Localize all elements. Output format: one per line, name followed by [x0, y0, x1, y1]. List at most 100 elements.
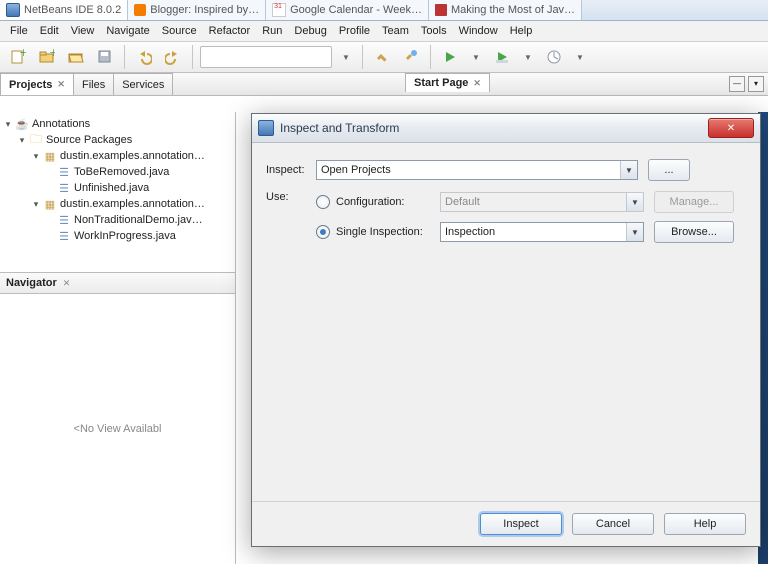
navigator-body: <No View Availabl: [0, 294, 235, 564]
tab-projects[interactable]: Projects ✕: [0, 73, 74, 95]
tab-projects-label: Projects: [9, 79, 52, 91]
tree-f3[interactable]: NonTraditionalDemo.jav…: [74, 214, 203, 226]
inspect-scope-combo[interactable]: Open Projects ▼: [316, 160, 638, 180]
expand-icon[interactable]: ▾: [30, 199, 42, 210]
navigator-title: Navigator: [6, 277, 57, 289]
inspect-scope-value: Open Projects: [321, 164, 391, 176]
os-tab-2[interactable]: Blogger: Inspired by…: [128, 0, 266, 20]
os-tab-2-label: Blogger: Inspired by…: [150, 4, 259, 16]
menu-refactor[interactable]: Refactor: [209, 25, 251, 37]
single-inspection-label[interactable]: Single Inspection:: [336, 226, 440, 238]
os-tab-4[interactable]: Making the Most of Jav…: [429, 0, 582, 20]
menu-run[interactable]: Run: [262, 25, 282, 37]
menu-help[interactable]: Help: [510, 25, 533, 37]
tree-pkg2[interactable]: dustin.examples.annotation…: [60, 198, 205, 210]
browse-button[interactable]: Browse...: [654, 221, 734, 243]
build-button[interactable]: [370, 45, 394, 69]
tab-services[interactable]: Services: [113, 73, 173, 95]
cancel-button[interactable]: Cancel: [572, 513, 654, 535]
inspect-button[interactable]: Inspect: [480, 513, 562, 535]
single-inspection-radio[interactable]: [316, 225, 330, 239]
tab-start-page-label: Start Page: [414, 77, 468, 89]
menu-tools[interactable]: Tools: [421, 25, 447, 37]
expand-icon[interactable]: ▾: [30, 151, 42, 162]
menu-edit[interactable]: Edit: [40, 25, 59, 37]
toolbar-sep-4: [430, 45, 431, 69]
undo-button[interactable]: [132, 45, 156, 69]
use-label: Use:: [266, 191, 316, 203]
calendar-icon: [272, 3, 286, 17]
run-drop-icon[interactable]: ▼: [467, 46, 485, 68]
tab-start-page[interactable]: Start Page ✕: [405, 73, 490, 92]
scope-chooser-button[interactable]: ...: [648, 159, 690, 181]
open-project-button[interactable]: [64, 45, 88, 69]
configuration-label[interactable]: Configuration:: [336, 196, 440, 208]
debug-button[interactable]: [490, 45, 514, 69]
tree-root[interactable]: Annotations: [32, 118, 90, 130]
run-button[interactable]: [438, 45, 462, 69]
tabs-row: Projects ✕ Files Services — ▾ Start Page ✕: [0, 73, 768, 96]
config-combo[interactable]: [200, 46, 332, 68]
new-file-button[interactable]: ＋: [6, 45, 30, 69]
tree-pkg1[interactable]: dustin.examples.annotation…: [60, 150, 205, 162]
expand-icon[interactable]: ▾: [2, 119, 14, 130]
manage-button: Manage...: [654, 191, 734, 213]
package-icon: ▦: [42, 149, 58, 163]
menu-navigate[interactable]: Navigate: [106, 25, 149, 37]
save-all-button[interactable]: [93, 45, 117, 69]
menu-team[interactable]: Team: [382, 25, 409, 37]
project-tree[interactable]: ▾☕Annotations ▾🗀Source Packages ▾▦dustin…: [0, 112, 235, 272]
profile-drop-icon[interactable]: ▼: [571, 46, 589, 68]
dialog-footer: Inspect Cancel Help: [252, 501, 760, 546]
tab-files[interactable]: Files: [73, 73, 114, 95]
os-tab-3[interactable]: Google Calendar - Week…: [266, 0, 429, 20]
config-combo-arrow-icon[interactable]: ▼: [337, 46, 355, 68]
dialog-title: Inspect and Transform: [280, 121, 399, 135]
single-inspection-combo[interactable]: Inspection ▼: [440, 222, 644, 242]
tree-f2[interactable]: Unfinished.java: [74, 182, 149, 194]
tree-srcpkg[interactable]: Source Packages: [46, 134, 132, 146]
menu-view[interactable]: View: [71, 25, 95, 37]
close-button[interactable]: ✕: [708, 118, 754, 138]
debug-drop-icon[interactable]: ▼: [519, 46, 537, 68]
netbeans-icon: [6, 3, 20, 17]
minimize-group-icon[interactable]: —: [729, 76, 745, 92]
new-project-button[interactable]: ＋: [35, 45, 59, 69]
left-panel: ▾☕Annotations ▾🗀Source Packages ▾▦dustin…: [0, 112, 236, 564]
expand-icon[interactable]: ▾: [16, 135, 28, 146]
clean-build-button[interactable]: [399, 45, 423, 69]
dropdown-group-icon[interactable]: ▾: [748, 76, 764, 92]
tree-f1[interactable]: ToBeRemoved.java: [74, 166, 169, 178]
close-icon[interactable]: ✕: [473, 78, 481, 89]
os-tab-1[interactable]: NetBeans IDE 8.0.2: [0, 0, 128, 20]
dialog-title-bar[interactable]: Inspect and Transform ✕: [252, 114, 760, 143]
menu-file[interactable]: File: [10, 25, 28, 37]
tab-services-label: Services: [122, 79, 164, 91]
svg-text:＋: ＋: [49, 49, 55, 58]
help-button[interactable]: Help: [664, 513, 746, 535]
tree-f4[interactable]: WorkInProgress.java: [74, 230, 176, 242]
toolbar-sep-2: [192, 45, 193, 69]
inspect-label: Inspect:: [266, 164, 316, 176]
java-file-icon: ☰: [56, 229, 72, 243]
close-icon[interactable]: ✕: [57, 79, 65, 90]
menu-window[interactable]: Window: [459, 25, 498, 37]
redo-button[interactable]: [161, 45, 185, 69]
navigator-header[interactable]: Navigator ✕: [0, 272, 235, 294]
chevron-down-icon: ▼: [620, 161, 637, 179]
close-icon[interactable]: ✕: [63, 278, 71, 289]
os-tab-4-label: Making the Most of Jav…: [451, 4, 575, 16]
configuration-value: Default: [445, 196, 480, 208]
svg-text:＋: ＋: [19, 49, 26, 58]
navigator-empty-label: <No View Availabl: [74, 423, 162, 435]
menu-debug[interactable]: Debug: [294, 25, 326, 37]
profile-button[interactable]: [542, 45, 566, 69]
project-icon: ☕: [14, 117, 30, 131]
inspect-transform-dialog: Inspect and Transform ✕ Inspect: Open Pr…: [251, 113, 761, 547]
toolbar-sep-1: [124, 45, 125, 69]
java-file-icon: ☰: [56, 181, 72, 195]
os-tab-3-label: Google Calendar - Week…: [290, 4, 422, 16]
menu-profile[interactable]: Profile: [339, 25, 370, 37]
menu-source[interactable]: Source: [162, 25, 197, 37]
configuration-radio[interactable]: [316, 195, 330, 209]
